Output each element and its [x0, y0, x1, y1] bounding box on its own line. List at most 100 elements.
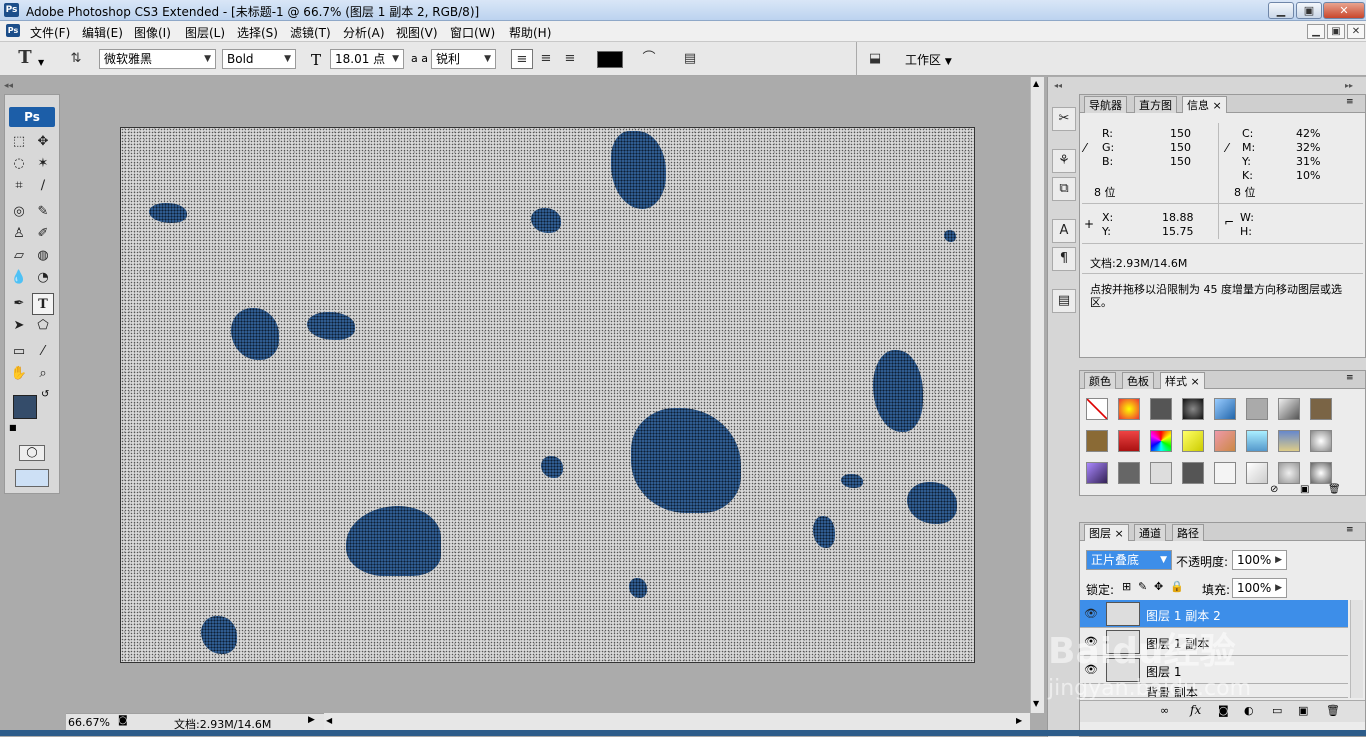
- scroll-left-icon[interactable]: ◀: [326, 716, 332, 725]
- style-swatch[interactable]: [1118, 462, 1140, 484]
- tab-styles[interactable]: 样式 ×: [1160, 372, 1205, 389]
- hand-tool-icon[interactable]: ✋: [8, 363, 30, 385]
- lock-position-icon[interactable]: ✥: [1154, 580, 1163, 593]
- trash-icon[interactable]: 🗑: [1328, 484, 1341, 495]
- style-swatch[interactable]: [1150, 398, 1172, 420]
- character-panel-icon[interactable]: ▤: [679, 49, 701, 69]
- trash-icon[interactable]: 🗑: [1326, 704, 1340, 717]
- swap-colors-icon[interactable]: ↺: [41, 389, 49, 400]
- path-selection-tool-icon[interactable]: ➤: [8, 315, 30, 337]
- style-swatch[interactable]: [1214, 462, 1236, 484]
- tab-swatches[interactable]: 色板: [1122, 372, 1154, 389]
- fill-field[interactable]: 100% ▶: [1232, 578, 1287, 598]
- new-layer-icon[interactable]: ▣: [1298, 704, 1308, 717]
- text-color-swatch[interactable]: [597, 51, 623, 68]
- font-family-select[interactable]: 微软雅黑 ▼: [99, 49, 216, 69]
- tab-color[interactable]: 颜色: [1084, 372, 1116, 389]
- type-tool-icon[interactable]: T: [32, 293, 54, 315]
- move-tool-icon[interactable]: ✥: [32, 131, 54, 153]
- menu-filter[interactable]: 滤镜(T): [290, 24, 331, 41]
- zoom-tool-icon[interactable]: ⌕: [32, 363, 54, 385]
- brushes-panel-icon[interactable]: ⚘: [1052, 149, 1076, 173]
- document-canvas[interactable]: [120, 127, 975, 663]
- menu-layer[interactable]: 图层(L): [185, 24, 225, 41]
- default-colors-icon[interactable]: ■: [9, 423, 17, 432]
- vertical-scrollbar[interactable]: ▲ ▼: [1030, 77, 1044, 713]
- style-swatch[interactable]: [1118, 398, 1140, 420]
- scroll-down-icon[interactable]: ▼: [1033, 699, 1039, 708]
- blur-tool-icon[interactable]: 💧: [8, 267, 30, 289]
- style-swatch-none[interactable]: [1086, 398, 1108, 420]
- new-group-icon[interactable]: ▭: [1272, 704, 1282, 717]
- shape-tool-icon[interactable]: ⬠: [32, 315, 54, 337]
- dodge-tool-icon[interactable]: ◔: [32, 267, 54, 289]
- style-swatch[interactable]: [1310, 462, 1332, 484]
- collapse-icon[interactable]: ◂◂: [4, 81, 13, 91]
- blend-mode-select[interactable]: 正片叠底 ▼: [1086, 550, 1172, 570]
- crop-tool-icon[interactable]: ⌗: [8, 175, 30, 197]
- eraser-tool-icon[interactable]: ▱: [8, 245, 30, 267]
- maximize-button[interactable]: ▣: [1296, 2, 1322, 19]
- style-swatch[interactable]: [1246, 398, 1268, 420]
- antialias-select[interactable]: 锐利 ▼: [431, 49, 496, 69]
- tools-panel-icon[interactable]: ✂: [1052, 107, 1076, 131]
- doc-restore-button[interactable]: ▣: [1327, 24, 1345, 39]
- style-swatch[interactable]: [1086, 462, 1108, 484]
- panel-menu-icon[interactable]: ≡: [1346, 97, 1354, 107]
- link-layers-icon[interactable]: ∞: [1160, 704, 1169, 717]
- style-swatch[interactable]: [1182, 462, 1204, 484]
- doc-minimize-button[interactable]: ▁: [1307, 24, 1325, 39]
- doc-close-button[interactable]: ✕: [1347, 24, 1365, 39]
- warp-text-icon[interactable]: ⌒: [638, 49, 660, 69]
- tab-paths[interactable]: 路径: [1172, 524, 1204, 541]
- style-swatch[interactable]: [1278, 398, 1300, 420]
- new-style-icon[interactable]: ▣: [1300, 484, 1309, 495]
- menu-analysis[interactable]: 分析(A): [343, 24, 385, 41]
- brush-tool-icon[interactable]: ✎: [32, 201, 54, 223]
- lock-transparency-icon[interactable]: ⊞: [1122, 580, 1131, 593]
- clear-style-icon[interactable]: ⊘: [1270, 484, 1278, 495]
- style-swatch[interactable]: [1310, 430, 1332, 452]
- history-brush-tool-icon[interactable]: ✐: [32, 223, 54, 245]
- scroll-up-icon[interactable]: ▲: [1033, 79, 1039, 88]
- marquee-tool-icon[interactable]: ⬚: [8, 131, 30, 153]
- clone-stamp-tool-icon[interactable]: ♙: [8, 223, 30, 245]
- align-center-button[interactable]: ≡: [535, 49, 557, 69]
- style-swatch[interactable]: [1182, 430, 1204, 452]
- workspace-button[interactable]: 工作区 ▼: [905, 51, 952, 68]
- collapse-icon[interactable]: ◂◂: [1054, 81, 1062, 90]
- quick-mask-icon[interactable]: ◯: [19, 445, 45, 461]
- layer-mask-icon[interactable]: ◙: [1218, 704, 1229, 717]
- style-swatch[interactable]: [1086, 430, 1108, 452]
- style-swatch[interactable]: [1278, 430, 1300, 452]
- lock-all-icon[interactable]: 🔒: [1170, 580, 1184, 593]
- menu-view[interactable]: 视图(V): [396, 24, 438, 41]
- style-swatch[interactable]: [1246, 462, 1268, 484]
- tab-navigator[interactable]: 导航器: [1084, 96, 1127, 113]
- screen-mode-icon[interactable]: [15, 469, 49, 487]
- menu-edit[interactable]: 编辑(E): [82, 24, 123, 41]
- layer-comps-panel-icon[interactable]: ▤: [1052, 289, 1076, 313]
- opacity-field[interactable]: 100% ▶: [1232, 550, 1287, 570]
- visibility-eye-icon[interactable]: 👁: [1084, 607, 1098, 620]
- status-menu-icon[interactable]: ◙: [118, 715, 128, 726]
- menu-window[interactable]: 窗口(W): [450, 24, 495, 41]
- paint-bucket-tool-icon[interactable]: ◍: [32, 245, 54, 267]
- character-panel-icon[interactable]: A: [1052, 219, 1076, 243]
- style-swatch[interactable]: [1214, 430, 1236, 452]
- style-swatch[interactable]: [1310, 398, 1332, 420]
- style-swatch[interactable]: [1214, 398, 1236, 420]
- font-style-select[interactable]: Bold ▼: [222, 49, 296, 69]
- magic-wand-tool-icon[interactable]: ✶: [32, 153, 54, 175]
- style-swatch[interactable]: [1150, 462, 1172, 484]
- panel-menu-icon[interactable]: ≡: [1346, 373, 1354, 383]
- minimize-button[interactable]: ▁: [1268, 2, 1294, 19]
- bridge-icon[interactable]: ⬓: [864, 49, 886, 69]
- tab-info[interactable]: 信息 ×: [1182, 96, 1227, 113]
- panel-menu-icon[interactable]: ≡: [1346, 525, 1354, 535]
- menu-image[interactable]: 图像(I): [134, 24, 171, 41]
- foreground-color-swatch[interactable]: [13, 395, 37, 419]
- tab-histogram[interactable]: 直方图: [1134, 96, 1177, 113]
- clone-source-panel-icon[interactable]: ⧉: [1052, 177, 1076, 201]
- paragraph-panel-icon[interactable]: ¶: [1052, 247, 1076, 271]
